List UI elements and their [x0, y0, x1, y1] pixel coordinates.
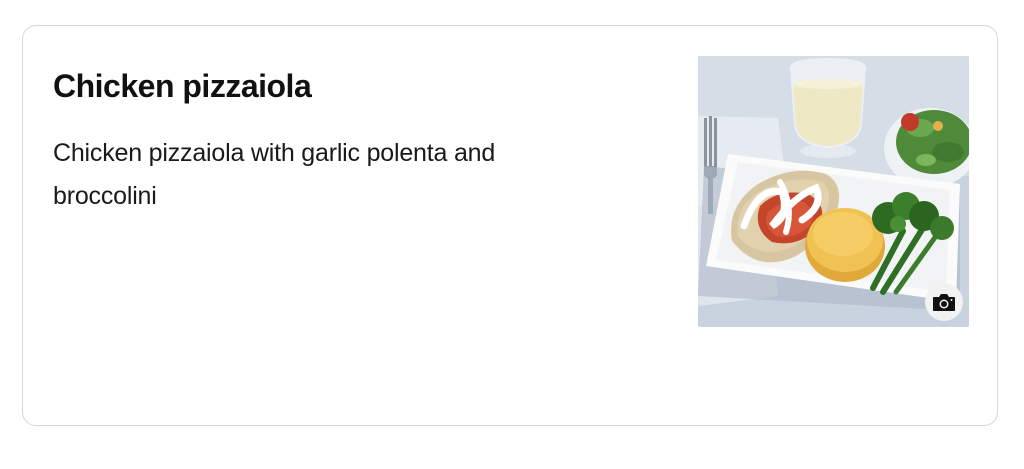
meal-title: Chicken pizzaiola — [53, 68, 312, 104]
meal-photo-illustration — [698, 56, 969, 327]
meal-description: Chicken pizzaiola with garlic polenta an… — [53, 139, 496, 210]
meal-card: Chicken pizzaiola Chicken pizzaiola with… — [22, 25, 998, 426]
view-photo-button[interactable] — [925, 283, 963, 321]
meal-photo — [698, 56, 969, 327]
camera-icon — [933, 294, 955, 311]
